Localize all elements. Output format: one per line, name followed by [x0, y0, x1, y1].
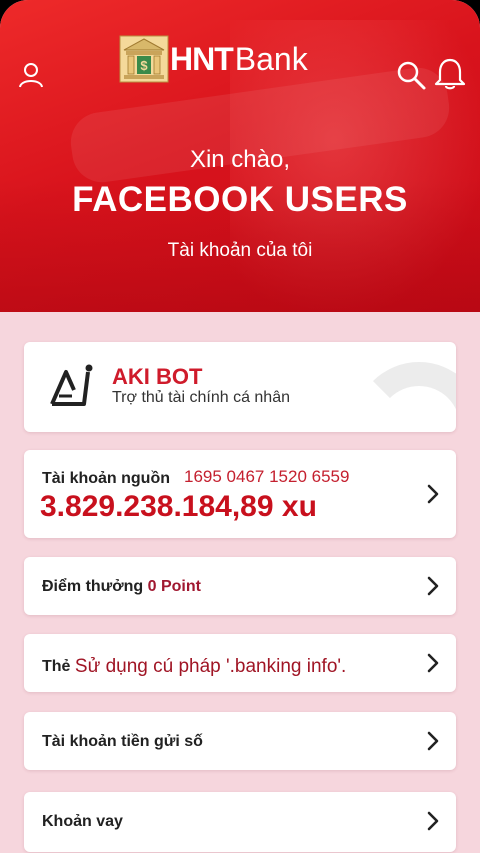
reward-points-label: Điểm thưởng — [42, 578, 144, 595]
source-account-card[interactable]: Tài khoản nguồn 1695 0467 1520 6559 3.82… — [24, 450, 456, 538]
source-account-label: Tài khoản nguồn — [42, 470, 170, 487]
loan-card[interactable]: Khoản vay — [24, 792, 456, 852]
user-icon[interactable] — [14, 58, 48, 92]
bell-icon[interactable] — [432, 56, 466, 90]
bot-subtitle: Trợ thủ tài chính cá nhân — [112, 389, 290, 406]
bank-card-value: Sử dụng cú pháp '.banking info'. — [74, 656, 347, 677]
greeting-text: Xin chào, — [189, 146, 291, 173]
aki-bot-card[interactable]: AKI BOT Trợ thủ tài chính cá nhân — [24, 342, 456, 432]
savings-account-label: Tài khoản tiền gửi số — [42, 733, 203, 750]
app-screen: $ HNT Bank Xin chào, FACEBOOK USERS Tài … — [0, 0, 480, 853]
account-number: 1695 0467 1520 6559 — [184, 467, 350, 486]
search-icon[interactable] — [394, 58, 428, 92]
ai-bot-icon — [50, 364, 93, 406]
bank-card-label: Thẻ — [42, 658, 71, 675]
my-account-link[interactable]: Tài khoản của tôi — [0, 240, 480, 262]
hero-banner: $ HNT Bank Xin chào, FACEBOOK USERS Tài … — [0, 0, 480, 312]
logo-hnt-text: HNT — [170, 40, 234, 77]
bank-building-icon: $ — [119, 35, 169, 83]
chevron-right-icon — [427, 576, 439, 596]
bank-logo: $ HNT Bank — [118, 32, 308, 86]
reward-points-row: Điểm thưởng 0 Point — [42, 578, 201, 596]
loan-label: Khoản vay — [42, 813, 123, 830]
user-name: FACEBOOK USERS — [72, 180, 408, 219]
chevron-right-icon — [427, 811, 439, 831]
bank-card-card[interactable]: Thẻ Sử dụng cú pháp '.banking info'. — [24, 634, 456, 692]
account-balance: 3.829.238.184,89 xu — [40, 490, 317, 523]
reward-points-card[interactable]: Điểm thưởng 0 Point — [24, 557, 456, 615]
bot-title: AKI BOT — [112, 364, 203, 389]
bank-card-row: Thẻ Sử dụng cú pháp '.banking info'. — [42, 655, 346, 677]
chevron-right-icon — [427, 484, 439, 504]
decorative-ring — [354, 362, 456, 432]
logo-bank-text: Bank — [234, 40, 308, 77]
top-bar: $ HNT Bank — [0, 30, 480, 110]
svg-text:$: $ — [140, 58, 148, 73]
chevron-right-icon — [427, 731, 439, 751]
savings-account-card[interactable]: Tài khoản tiền gửi số — [24, 712, 456, 770]
chevron-right-icon — [427, 653, 439, 673]
reward-points-value: 0 Point — [147, 578, 201, 595]
